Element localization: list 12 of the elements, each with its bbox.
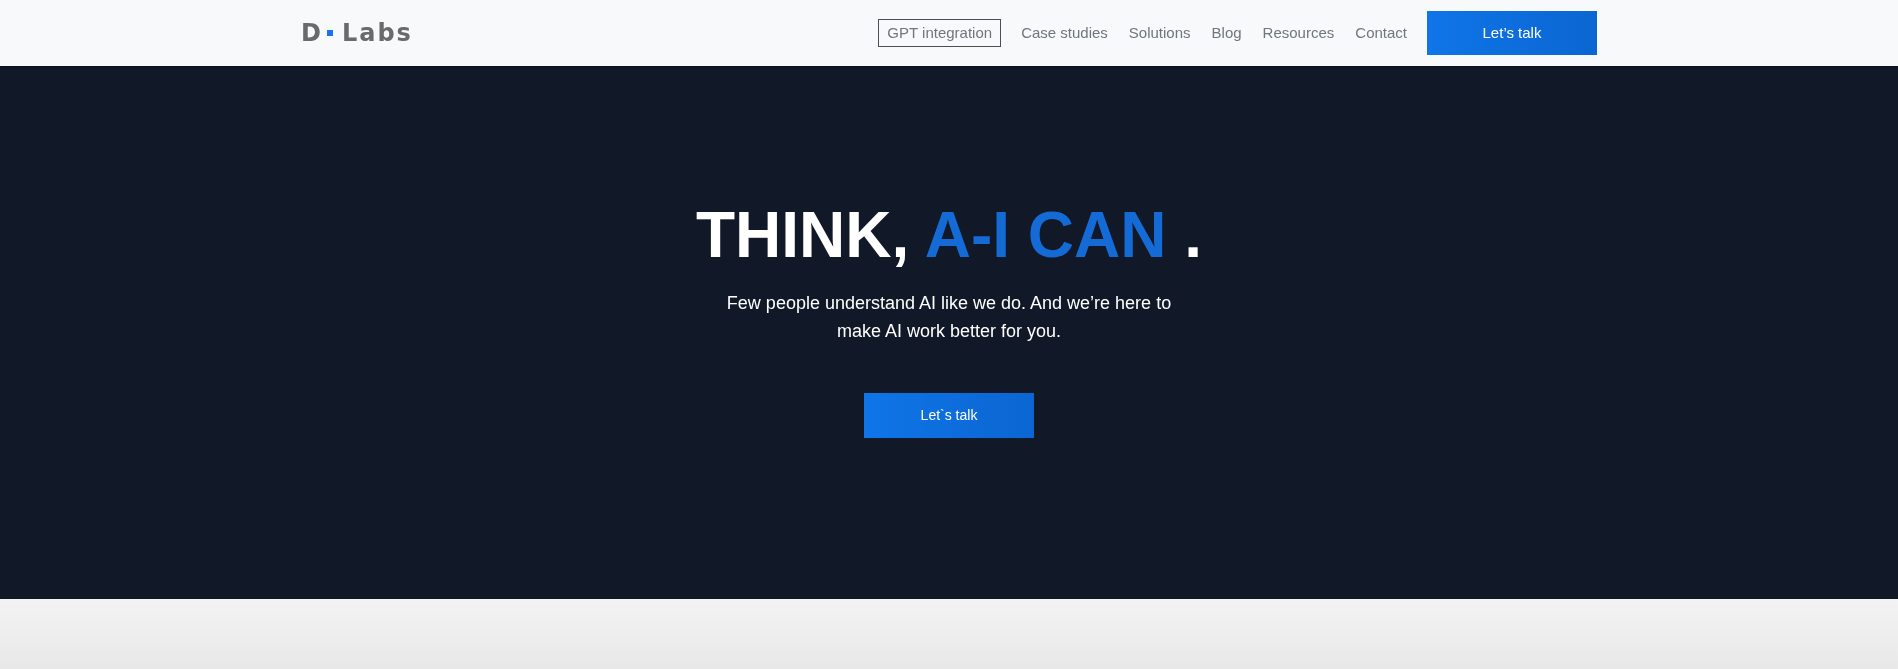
hero-subtitle: Few people understand AI like we do. And we’re here to make AI work better for you. [725, 292, 1173, 343]
nav-link[interactable]: Solutions [1127, 23, 1192, 43]
logo-text[interactable]: Labs [341, 21, 413, 45]
hero-title: THINK, A-I CAN . [696, 200, 1202, 270]
nav-link[interactable]: Resources [1261, 23, 1336, 43]
nav-link[interactable]: Blog [1210, 23, 1243, 43]
lets-talk-button[interactable]: Let’s talk [1427, 11, 1597, 55]
logo-text[interactable]: D [301, 21, 321, 45]
nav-link[interactable]: Contact [1354, 23, 1408, 43]
lets-talk-button[interactable]: Let`s talk [864, 393, 1034, 438]
nav-link[interactable]: Case studies [1020, 23, 1109, 43]
nav-link[interactable]: GPT integration [878, 19, 1002, 47]
